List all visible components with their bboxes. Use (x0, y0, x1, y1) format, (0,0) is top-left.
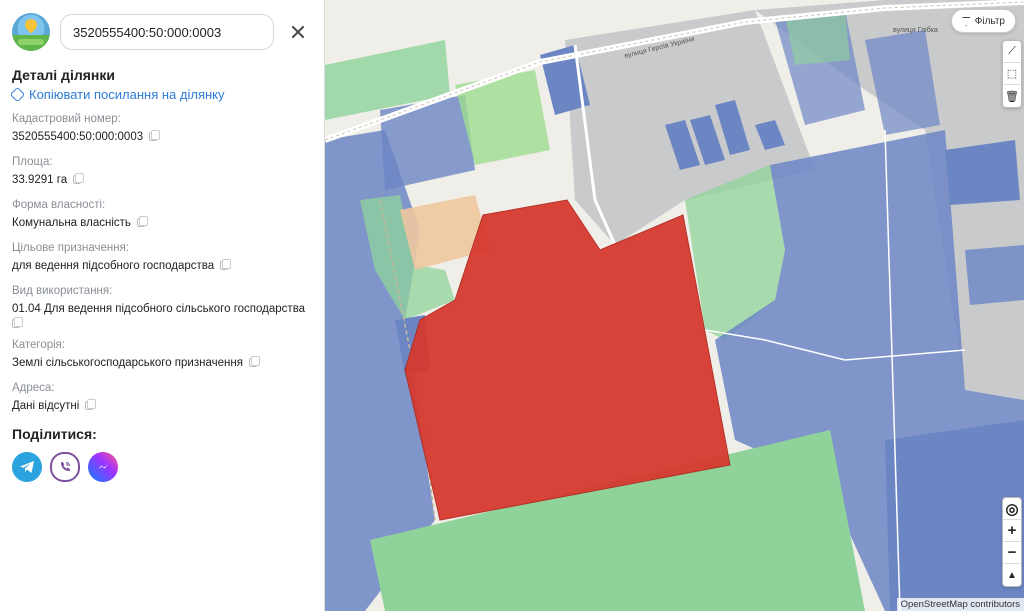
zoom-in-button[interactable]: + (1003, 520, 1021, 542)
draw-line-icon[interactable]: ⟋ (1003, 41, 1021, 63)
street-label-glibka: вулиця Глібка (893, 26, 938, 34)
link-icon (9, 86, 26, 103)
close-icon[interactable] (284, 18, 312, 46)
map-canvas[interactable]: вулиця Героїв України вулиця Глібка (325, 0, 1024, 611)
category-value: Землі сільськогосподарського призначення (12, 357, 243, 369)
copy-icon[interactable] (136, 216, 148, 228)
field-use-type: Вид використання: 01.04 Для ведення підс… (12, 284, 312, 328)
residential-parcel[interactable] (965, 245, 1024, 305)
area-value: 33.9291 га (12, 174, 68, 186)
share-buttons (12, 452, 312, 482)
telegram-icon[interactable] (12, 452, 42, 482)
locate-icon[interactable]: ◎ (1003, 498, 1021, 520)
copy-link-button[interactable]: Копіювати посилання на ділянку (9, 86, 312, 103)
copy-icon[interactable] (73, 173, 85, 185)
copy-link-label: Копіювати посилання на ділянку (29, 87, 225, 102)
purpose-value: для ведення підсобного господарства (12, 260, 215, 272)
draw-toolbar: ⟋ ⬚ 🗑 (1002, 40, 1022, 108)
map-view[interactable]: вулиця Героїв України вулиця Глібка Філь… (325, 0, 1024, 611)
copy-icon[interactable] (248, 356, 260, 368)
use-type-value: 01.04 Для ведення підсобного сільського … (12, 303, 306, 315)
filter-icon (961, 16, 971, 26)
messenger-icon[interactable] (88, 452, 118, 482)
compass-icon[interactable]: ▲ (1003, 564, 1021, 586)
address-value: Дані відсутні (12, 400, 80, 412)
copy-icon[interactable] (149, 130, 161, 142)
map-attribution[interactable]: OpenStreetMap contributors (896, 598, 1024, 611)
zoom-controls: ◎ + − ▲ (1002, 497, 1022, 587)
app-logo[interactable] (12, 13, 50, 51)
trash-icon[interactable]: 🗑 (1003, 85, 1021, 107)
app-root: Деталі ділянки Копіювати посилання на ді… (0, 0, 1024, 611)
search-input[interactable] (60, 14, 274, 50)
cadastral-number-value: 3520555400:50:000:0003 (12, 131, 144, 143)
filter-button[interactable]: Фільтр (950, 9, 1016, 33)
field-address: Адреса: Дані відсутні (12, 381, 312, 414)
field-category: Категорія: Землі сільськогосподарського … (12, 338, 312, 371)
filter-label: Фільтр (974, 15, 1005, 27)
details-title: Деталі ділянки (12, 67, 115, 83)
copy-icon[interactable] (85, 399, 97, 411)
copy-icon[interactable] (12, 317, 23, 328)
field-area: Площа: 33.9291 га (12, 155, 312, 188)
residential-parcel[interactable] (945, 140, 1020, 205)
field-purpose: Цільове призначення: для ведення підсобн… (12, 241, 312, 274)
share-title: Поділитися: (12, 426, 97, 442)
field-cadastral-number: Кадастровий номер: 3520555400:50:000:000… (12, 112, 312, 145)
search-row (12, 0, 312, 64)
viber-icon[interactable] (50, 452, 80, 482)
field-ownership: Форма власності: Комунальна власність (12, 198, 312, 231)
details-sidebar: Деталі ділянки Копіювати посилання на ді… (0, 0, 325, 611)
ownership-value: Комунальна власність (12, 217, 131, 229)
copy-icon[interactable] (220, 259, 232, 271)
zoom-out-button[interactable]: − (1003, 542, 1021, 564)
draw-polygon-icon[interactable]: ⬚ (1003, 63, 1021, 85)
